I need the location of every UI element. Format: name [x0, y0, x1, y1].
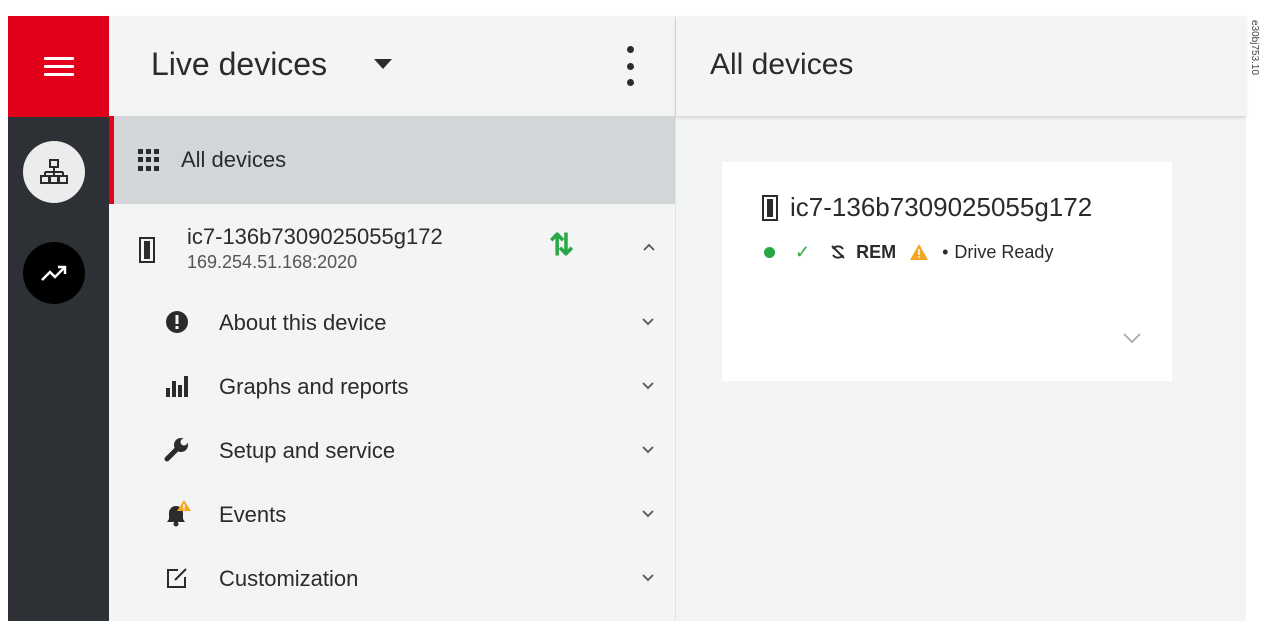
figure-reference-code: e30bj753.10: [1249, 20, 1260, 76]
wrench-icon: [163, 436, 191, 464]
chevron-down-icon[interactable]: [641, 573, 655, 583]
sub-item-setup-service[interactable]: Setup and service: [109, 418, 675, 482]
all-devices-label: All devices: [181, 147, 287, 172]
sub-item-label: Events: [219, 502, 287, 527]
panel-header: Live devices: [109, 16, 675, 116]
sub-item-label: Setup and service: [219, 438, 396, 463]
check-icon: ✓: [795, 241, 811, 262]
content-header: All devices: [676, 16, 1246, 116]
drive-icon: [762, 195, 778, 221]
no-sync-icon: [830, 244, 846, 260]
chevron-down-icon[interactable]: [641, 445, 655, 455]
network-devices-button[interactable]: [23, 141, 85, 203]
caret-down-icon[interactable]: [374, 59, 392, 69]
device-name: ic7-136b7309025055g172: [187, 224, 443, 249]
connection-sync-icon: ⇅: [549, 229, 574, 262]
bar-chart-icon: [163, 372, 191, 400]
separator: •: [942, 241, 949, 262]
sub-item-events[interactable]: Events: [109, 482, 675, 546]
trend-button[interactable]: [23, 242, 85, 304]
app-window: Live devices All devices ic7-136b7309025…: [8, 16, 1246, 621]
drive-icon: [139, 237, 155, 263]
bell-warning-icon: [163, 500, 191, 528]
device-address: 169.254.51.168:2020: [187, 252, 358, 272]
left-rail: [8, 16, 109, 621]
trend-icon: [41, 265, 67, 281]
panel-title[interactable]: Live devices: [151, 46, 327, 83]
chevron-up-icon[interactable]: [642, 242, 656, 252]
device-card[interactable]: ic7-136b7309025055g172 ✓ REM • Drive Rea…: [722, 162, 1172, 381]
device-item[interactable]: ic7-136b7309025055g172 169.254.51.168:20…: [109, 204, 675, 290]
sub-item-graphs-reports[interactable]: Graphs and reports: [109, 354, 675, 418]
status-dot-icon: [764, 246, 775, 258]
sub-item-label: About this device: [219, 310, 387, 335]
info-icon: [163, 308, 191, 336]
sub-item-label: Customization: [219, 566, 359, 591]
edit-icon: [163, 564, 191, 592]
sub-item-about-device[interactable]: About this device: [109, 290, 675, 354]
menu-button[interactable]: [8, 16, 109, 117]
hamburger-icon: [43, 56, 74, 77]
sub-item-label: Graphs and reports: [219, 374, 409, 399]
sub-item-customization[interactable]: Customization: [109, 546, 675, 610]
all-devices-item[interactable]: All devices: [109, 116, 675, 204]
grid-icon: [138, 149, 160, 171]
chevron-down-icon[interactable]: [641, 317, 655, 327]
network-tree-icon: [40, 159, 68, 184]
status-row: ✓ REM • Drive Ready: [764, 240, 1053, 264]
content-title: All devices: [710, 48, 854, 81]
navigation-panel: Live devices All devices ic7-136b7309025…: [109, 16, 676, 621]
card-device-name: ic7-136b7309025055g172: [790, 192, 1093, 222]
warning-icon: [910, 244, 929, 260]
remote-mode-label: REM: [856, 241, 897, 262]
chevron-down-icon[interactable]: [641, 509, 655, 519]
status-text: Drive Ready: [954, 241, 1054, 262]
more-options-icon[interactable]: [617, 46, 643, 86]
chevron-down-icon[interactable]: [641, 381, 655, 391]
chevron-down-icon[interactable]: [1122, 332, 1142, 344]
